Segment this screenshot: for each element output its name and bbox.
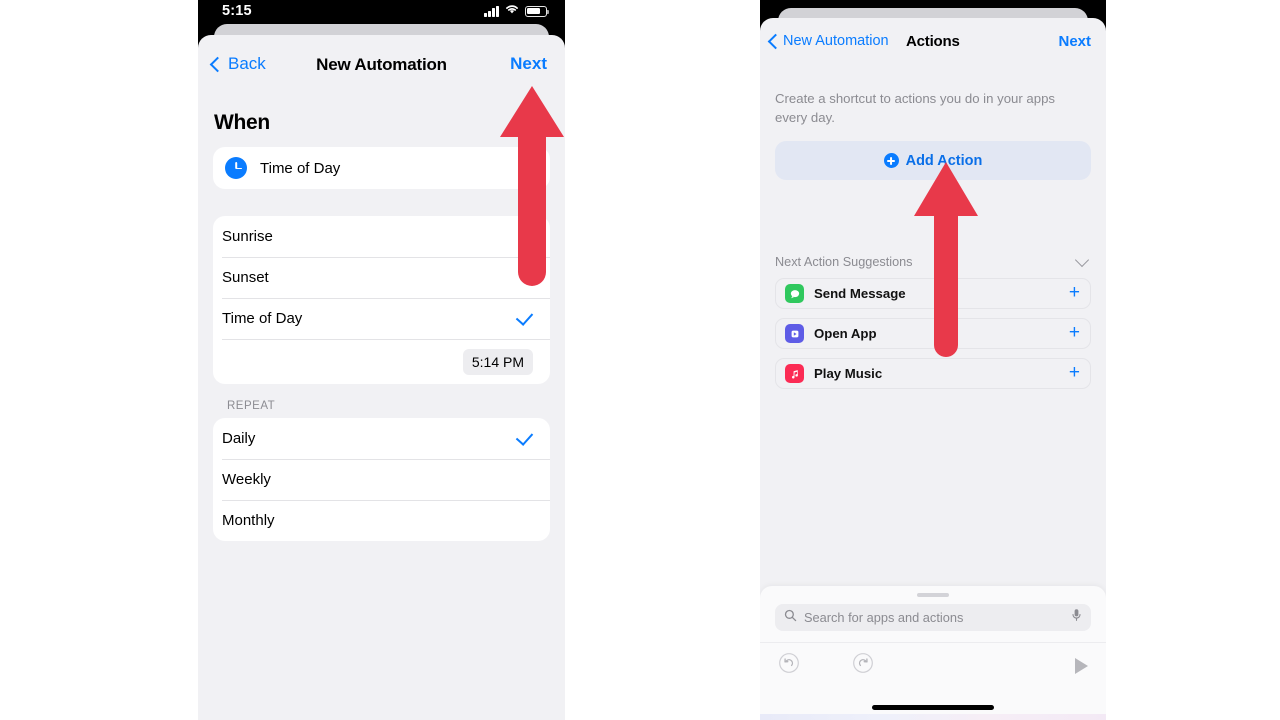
open-app-icon [785, 324, 804, 344]
right-nav-bar: New Automation Actions Next [760, 18, 1106, 68]
option-label: Daily [222, 430, 256, 447]
right-phone-screen: New Automation Actions Next Create a sho… [760, 0, 1106, 720]
search-icon [784, 609, 797, 627]
next-button[interactable]: Next [1058, 33, 1091, 50]
page-title: Actions [906, 33, 960, 50]
messages-app-icon [785, 284, 804, 304]
search-input[interactable]: Search for apps and actions [775, 604, 1091, 631]
clock-icon [225, 157, 247, 179]
checkmark-icon [515, 307, 534, 326]
sheet-grabber[interactable] [917, 593, 949, 597]
bottom-gradient-strip [760, 714, 1106, 720]
next-button[interactable]: Next [510, 54, 547, 74]
actions-description: Create a shortcut to actions you do in y… [775, 91, 1056, 125]
plus-circle-icon [883, 153, 899, 169]
trigger-label: Time of Day [260, 159, 341, 177]
undo-icon[interactable] [778, 652, 800, 679]
music-app-icon [785, 364, 804, 384]
redo-icon[interactable] [852, 652, 874, 679]
list-item[interactable]: Play Music + [775, 358, 1091, 390]
status-bar-time: 5:15 [222, 3, 252, 19]
list-item[interactable]: Weekly [213, 459, 550, 500]
suggestion-label: Play Music [814, 366, 883, 382]
list-item[interactable]: Time of Day [213, 298, 550, 339]
annotation-arrow-next [494, 84, 570, 289]
cellular-bars-icon [484, 5, 499, 17]
option-label: Sunset [222, 269, 269, 286]
actions-sheet: New Automation Actions Next Create a sho… [760, 18, 1106, 720]
option-label: Monthly [222, 512, 275, 529]
play-icon[interactable] [1075, 657, 1088, 674]
time-picker-row[interactable]: 5:14 PM [213, 339, 550, 384]
battery-icon [525, 5, 550, 17]
status-bar-icons [484, 3, 550, 19]
add-suggestion-button[interactable]: + [1069, 323, 1080, 342]
chevron-down-icon[interactable] [1074, 252, 1090, 268]
list-item[interactable]: Monthly [213, 500, 550, 541]
wifi-icon [504, 3, 520, 19]
back-button-label: New Automation [783, 33, 889, 49]
status-bar: 5:15 [198, 0, 565, 26]
option-label: Sunrise [222, 228, 273, 245]
checkmark-icon [515, 427, 534, 446]
chevron-left-icon [767, 33, 784, 49]
home-indicator [872, 705, 994, 710]
selected-time-value[interactable]: 5:14 PM [462, 348, 533, 375]
search-sheet: Search for apps and actions [760, 586, 1106, 720]
screenshot-stage: 5:15 Back New Automation Next When Time … [0, 0, 1280, 720]
editor-toolbar [760, 642, 1106, 688]
add-suggestion-button[interactable]: + [1069, 363, 1080, 382]
search-placeholder: Search for apps and actions [804, 610, 964, 625]
suggestions-header-label: Next Action Suggestions [775, 255, 913, 270]
list-item[interactable]: Daily [213, 418, 550, 459]
add-suggestion-button[interactable]: + [1069, 283, 1080, 302]
repeat-options-card: Daily Weekly Monthly [213, 418, 550, 541]
microphone-icon[interactable] [1071, 608, 1082, 627]
repeat-group-label: REPEAT [227, 400, 276, 412]
option-label: Time of Day [222, 310, 303, 327]
option-label: Weekly [222, 471, 271, 488]
annotation-arrow-add-action [908, 160, 984, 360]
back-button[interactable]: New Automation [767, 33, 889, 49]
